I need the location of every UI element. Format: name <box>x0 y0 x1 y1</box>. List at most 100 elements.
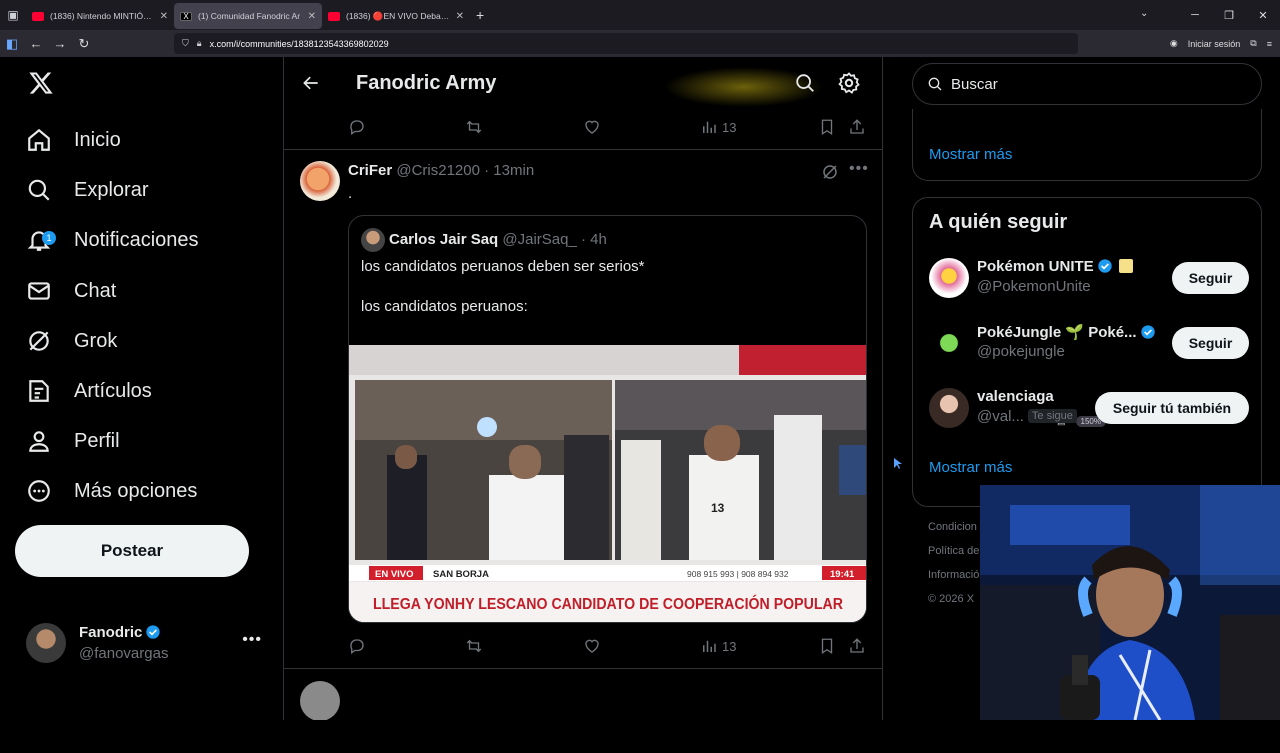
signin-link[interactable]: Iniciar sesión <box>1188 39 1241 49</box>
share-icon[interactable] <box>848 118 866 136</box>
verified-icon <box>1140 325 1155 339</box>
repost-icon[interactable] <box>465 637 483 655</box>
reload-icon[interactable]: ↻ <box>72 30 96 57</box>
tab-overview-icon[interactable]: ▣ <box>0 0 26 30</box>
browser-tab[interactable]: (1836) 🔴EN VIVO Debate pres ✕ <box>322 3 470 29</box>
footer-link[interactable]: Condicion <box>928 515 979 539</box>
lock-icon: 🔒︎ <box>196 38 202 48</box>
more-dots-icon[interactable]: ••• <box>242 631 262 649</box>
news-video-thumbnail[interactable]: 13 EN VIVO SAN BORJA 908 915 993 | 908 8… <box>349 345 867 623</box>
grok-explain-icon[interactable] <box>821 163 839 181</box>
suggestion-handle-text: @val... <box>977 408 1024 425</box>
sidebar-item-label: Artículos <box>74 379 152 402</box>
tab-title: (1) Comunidad Fanodric Ar <box>198 11 301 21</box>
account-handle: @fanovargas <box>79 645 169 662</box>
share-icon[interactable] <box>848 637 866 655</box>
forward-icon[interactable]: → <box>48 30 72 57</box>
post-button[interactable]: Postear <box>15 525 249 577</box>
reply-icon[interactable] <box>348 637 366 655</box>
sidebar-item-mas-opciones[interactable]: Más opciones <box>26 471 197 511</box>
repost-icon[interactable] <box>465 118 483 136</box>
sidebar-item-label: Inicio <box>74 128 121 151</box>
footer-links: Condicion Política de Informació © 2026 … <box>928 515 979 611</box>
quoted-tweet[interactable]: Carlos Jair Saq @JairSaq_ · 4h los candi… <box>348 215 867 623</box>
sidebar-item-notificaciones[interactable]: 1 Notificaciones <box>26 220 199 260</box>
sidebar-item-chat[interactable]: Chat <box>26 271 116 311</box>
sidebar-item-articulos[interactable]: Artículos <box>26 371 152 411</box>
like-icon[interactable] <box>583 637 601 655</box>
search-input[interactable]: Buscar <box>912 63 1262 105</box>
browser-tab-active[interactable]: X (1) Comunidad Fanodric Ar ✕ <box>174 3 322 29</box>
url-bar[interactable]: ⛉ 🔒︎ x.com/i/communities/183812354336980… <box>174 33 1124 427</box>
more-circle-icon <box>28 480 50 502</box>
follow-back-button[interactable]: Seguir tú también <box>1095 392 1249 424</box>
views-stat[interactable]: 13 <box>700 118 736 136</box>
youtube-icon <box>328 11 340 21</box>
x-logo-icon[interactable] <box>28 69 54 97</box>
tweet-actions: 13 <box>348 116 868 138</box>
account-name: Fanodric <box>79 624 161 641</box>
views-icon <box>703 121 716 133</box>
account-switcher[interactable]: Fanodric @fanovargas ••• <box>26 621 266 665</box>
sidebar-item-perfil[interactable]: Perfil <box>26 421 120 461</box>
follow-button[interactable]: Seguir <box>1172 327 1249 359</box>
sidebar-item-inicio[interactable]: Inicio <box>26 120 121 160</box>
live-tag: EN VIVO <box>375 569 414 580</box>
views-stat[interactable]: 13 <box>700 637 736 655</box>
notification-badge: 1 <box>42 231 56 245</box>
sidebar-item-explorar[interactable]: Explorar <box>26 170 148 210</box>
close-icon[interactable]: ✕ <box>308 11 316 22</box>
sidebar-item-grok[interactable]: Grok <box>26 321 117 361</box>
search-icon[interactable] <box>794 72 816 94</box>
bookmark-icon[interactable] <box>818 118 836 136</box>
follow-suggestion[interactable]: PokéJungle 🌱 Poké... @pokejungle Seguir <box>929 321 1249 365</box>
gear-icon[interactable] <box>837 71 861 95</box>
back-arrow-icon[interactable] <box>301 73 321 93</box>
close-icon[interactable]: ✕ <box>456 11 464 22</box>
suggestion-name: PokéJungle 🌱 Poké... <box>977 323 1156 341</box>
extensions-icon[interactable]: ⧉ <box>1250 38 1256 49</box>
follow-button[interactable]: Seguir <box>1172 262 1249 294</box>
close-window-icon[interactable]: ✕ <box>1246 0 1280 30</box>
x-icon: X <box>180 11 192 21</box>
shield-icon: ⛉ <box>182 38 189 48</box>
person-icon <box>29 431 49 452</box>
who-to-follow-panel: A quién seguir Pokémon UNITE @PokemonUni… <box>912 197 1262 507</box>
tweet-time[interactable]: · 13min <box>484 162 534 179</box>
show-more-link[interactable]: Mostrar más <box>929 459 1012 476</box>
sidebar-toggle-icon[interactable]: ◧ <box>0 30 24 57</box>
news-headline: LLEGA YONHY LESCANO CANDIDATO DE COOPERA… <box>373 595 843 613</box>
sidebar-item-label: Grok <box>74 329 118 352</box>
window-controls: ─ ❐ ✕ <box>1178 0 1280 30</box>
tweet-author-name[interactable]: CriFer <box>348 162 392 179</box>
avatar[interactable] <box>300 681 340 720</box>
phone-numbers: 908 915 993 | 908 894 932 <box>687 569 789 579</box>
bookmark-icon[interactable] <box>818 637 836 655</box>
maximize-icon[interactable]: ❐ <box>1212 0 1246 30</box>
footer-link[interactable]: Informació <box>928 563 979 587</box>
avatar[interactable] <box>300 161 340 201</box>
show-more-link[interactable]: Mostrar más <box>929 146 1012 163</box>
tweet-author-handle[interactable]: @Cris21200 <box>396 162 480 179</box>
back-icon[interactable]: ← <box>24 30 48 57</box>
youtube-icon <box>32 11 44 21</box>
suggestion-name: Pokémon UNITE <box>977 258 1133 275</box>
new-tab-icon[interactable]: + <box>476 7 484 23</box>
follows-you-badge: Te sigue <box>1027 409 1077 423</box>
menu-icon[interactable]: ≡ <box>1267 39 1272 49</box>
sidebar-item-label: Chat <box>74 279 117 302</box>
minimize-icon[interactable]: ─ <box>1178 0 1212 30</box>
quoted-tweet-line: los candidatos peruanos: <box>361 298 528 315</box>
suggestion-handle: @pokejungle <box>977 343 1065 360</box>
close-icon[interactable]: ✕ <box>160 11 168 22</box>
divider <box>284 668 882 669</box>
follow-suggestion[interactable]: valenciaga @val... Te sigue Seguir tú tam… <box>929 386 1249 430</box>
like-icon[interactable] <box>583 118 601 136</box>
footer-link[interactable]: Política de <box>928 539 979 563</box>
more-dots-icon[interactable]: ••• <box>849 160 869 178</box>
reply-icon[interactable] <box>348 118 366 136</box>
browser-tab[interactable]: (1836) Nintendo MINTIÓ para N ✕ <box>26 3 174 29</box>
chevron-down-icon[interactable]: ⌄ <box>1140 8 1148 19</box>
follow-suggestion[interactable]: Pokémon UNITE @PokemonUnite Seguir <box>929 256 1249 300</box>
verified-icon <box>146 625 161 639</box>
